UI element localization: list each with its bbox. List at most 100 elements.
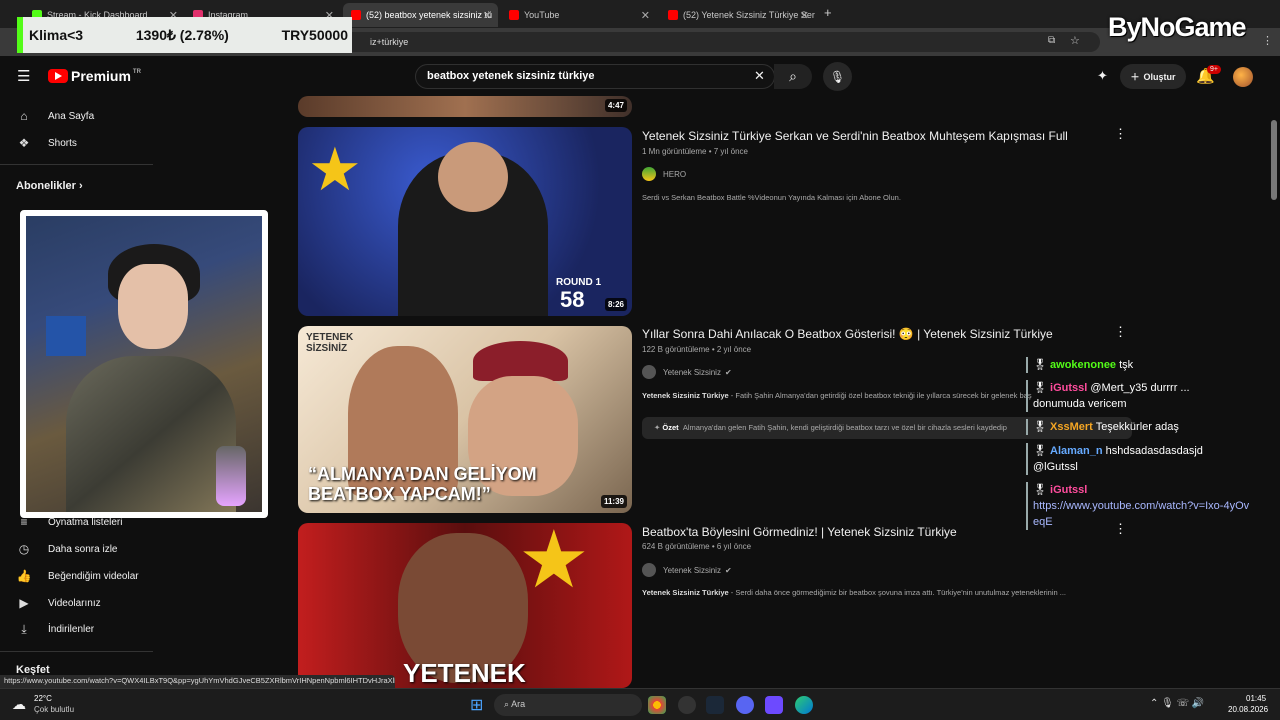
sidebar-item-downloads[interactable]: ⤓ İndirilenler: [16, 616, 94, 642]
duration-badge: 11:39: [600, 495, 627, 508]
star-graphic: ★: [518, 523, 590, 604]
video-meta: 1 Mn görüntüleme • 7 yıl önce: [642, 147, 748, 156]
channel-name: HERO: [663, 169, 687, 179]
app-icon[interactable]: [678, 696, 696, 714]
tab-search-results[interactable]: (52) beatbox yetenek sizsiniz tü ✕: [343, 3, 498, 27]
verified-icon: ✔: [724, 367, 732, 377]
create-button[interactable]: ＋ Oluştur: [1120, 64, 1186, 89]
home-icon: ⌂: [20, 109, 28, 123]
link-status-bar: https://www.youtube.com/watch?v=QWX4ILBx…: [0, 675, 395, 688]
tab-label: YouTube: [524, 10, 560, 20]
edge-icon[interactable]: [795, 696, 813, 714]
duration-badge: 8:26: [604, 298, 627, 311]
hamburger-menu-icon[interactable]: ☰: [17, 67, 30, 85]
clock-date: 20.08.2026: [1228, 705, 1269, 714]
channel-name: Yetenek Sizsiniz: [663, 367, 721, 377]
desc-text: - Fatih Şahin Almanya'dan getirdiği özel…: [728, 391, 1032, 400]
new-tab-button[interactable]: +: [824, 5, 832, 20]
video-title[interactable]: Beatbox'ta Böylesini Görmediniz! | Yeten…: [642, 525, 957, 539]
search-input[interactable]: beatbox yetenek sizsiniz türkiye: [415, 64, 775, 89]
wall-sign: [46, 316, 86, 356]
app-icon[interactable]: [765, 696, 783, 714]
video-thumbnail[interactable]: ★ ROUND 1 58 8:26: [298, 127, 632, 316]
steam-icon[interactable]: [706, 696, 724, 714]
youtube-icon: [668, 10, 678, 20]
close-icon[interactable]: ✕: [800, 9, 809, 22]
sidebar-item-watch-later[interactable]: ◷ Daha sonra izle: [16, 536, 118, 562]
more-actions-icon[interactable]: ⋮: [1114, 324, 1127, 340]
windows-taskbar: ☁ 22°C Çok bulutlu ⊞ ⌕ Ara ⌃ 🎙 ☏ 🔊 01:45…: [0, 688, 1280, 720]
premium-icon[interactable]: ✦: [1097, 68, 1108, 84]
sidebar-item-home[interactable]: ⌂ Ana Sayfa: [16, 103, 94, 129]
weather-icon[interactable]: ☁: [12, 696, 26, 713]
subscriptions-heading[interactable]: Abonelikler ›: [16, 180, 83, 192]
sidebar-item-liked[interactable]: 👍 Beğendiğim videolar: [16, 563, 139, 589]
video-description: Yetenek Sizsiniz Türkiye - Serdi daha ön…: [642, 588, 1122, 597]
chrome-icon[interactable]: [648, 696, 666, 714]
chat-message: 🎖 iGutssl https://www.youtube.com/watch?v…: [1026, 482, 1251, 530]
youtube-icon: [351, 10, 361, 20]
youtube-logo[interactable]: Premium TR: [48, 68, 141, 84]
voice-search-button[interactable]: 🎙: [823, 62, 852, 91]
avatar[interactable]: [1233, 67, 1253, 87]
download-icon: ⤓: [21, 621, 27, 636]
chat-username: iGutssl: [1050, 484, 1088, 496]
desc-text: - Serdi daha önce görmediğimiz bir beatb…: [728, 588, 1067, 597]
tab-youtube[interactable]: YouTube ✕: [501, 3, 656, 27]
windows-start-icon[interactable]: ⊞: [470, 695, 483, 715]
video-thumbnail[interactable]: ★ YETENEK: [298, 523, 632, 688]
bookmark-star-icon[interactable]: ☆: [1070, 34, 1080, 47]
taskbar-search[interactable]: ⌕ Ara: [494, 694, 642, 716]
sidebar-item-shorts[interactable]: ❖ Shorts: [16, 130, 77, 156]
chat-username: XssMert: [1050, 421, 1093, 433]
brand-logo: ByNoGame: [1108, 12, 1247, 42]
chevron-right-icon: ›: [78, 180, 83, 192]
chat-link: https://www.youtube.com/watch?v=Ixo-4yOv…: [1033, 500, 1250, 528]
close-icon[interactable]: ✕: [641, 9, 650, 22]
logo-text: Premium: [71, 68, 131, 84]
scrollbar[interactable]: [1271, 120, 1277, 200]
menu-kebab-icon[interactable]: ⋮: [1262, 34, 1273, 47]
more-actions-icon[interactable]: ⋮: [1114, 126, 1127, 142]
clock-icon: ◷: [18, 542, 30, 556]
donation-goal-banner: Klima<3 1390₺ (2.78%) TRY50000: [17, 17, 352, 53]
youtube-icon: [509, 10, 519, 20]
badge-icon: 🎖: [1033, 484, 1047, 496]
video-thumbnail[interactable]: YETENEK SİZSİNİZ “ALMANYA'DAN GELİYOM BE…: [298, 326, 632, 513]
duration-badge: 4:47: [604, 99, 627, 112]
tab-video[interactable]: (52) Yetenek Sizsiniz Türkiye Ser ✕: [660, 3, 815, 27]
video-thumbnail[interactable]: 4:47: [298, 96, 632, 117]
shorts-icon: ❖: [18, 136, 30, 150]
install-icon[interactable]: ⧉: [1048, 35, 1055, 46]
chat-username: awokenonee: [1050, 359, 1117, 371]
search-button[interactable]: ⌕: [774, 64, 812, 89]
sparkle-icon: ✦: [654, 423, 661, 432]
badge-icon: 🎖: [1033, 382, 1047, 394]
sidebar-item-your-videos[interactable]: ▶ Videolarınız: [16, 590, 100, 616]
mic-icon: 🎙: [829, 69, 846, 84]
channel-link[interactable]: Yetenek Sizsiniz ✔: [642, 365, 732, 379]
sidebar-item-label: Daha sonra izle: [48, 543, 118, 555]
close-icon[interactable]: ✕: [483, 9, 492, 22]
channel-link[interactable]: HERO: [642, 167, 686, 181]
video-meta: 624 B görüntüleme • 6 yıl önce: [642, 542, 752, 551]
video-title[interactable]: Yetenek Sizsiniz Türkiye Serkan ve Serdi…: [642, 129, 1068, 143]
tray-icons[interactable]: ⌃ 🎙 ☏ 🔊: [1150, 698, 1204, 709]
search-icon: ⌕: [504, 699, 510, 709]
discord-icon[interactable]: [736, 696, 754, 714]
streamer-face: [118, 264, 188, 349]
star-graphic: ★: [308, 136, 362, 203]
plus-icon: ＋: [1130, 72, 1140, 82]
channel-link[interactable]: Yetenek Sizsiniz ✔: [642, 563, 732, 577]
summary-label: Özet: [662, 423, 679, 432]
chat-message: 🎖 XssMert Teşekkürler adaş: [1026, 419, 1179, 435]
notification-badge: 9+: [1207, 65, 1221, 74]
divider: [0, 651, 153, 652]
clear-search-icon[interactable]: ✕: [754, 68, 765, 84]
sidebar-item-label: İndirilenler: [48, 623, 95, 635]
logo-region: TR: [132, 69, 141, 75]
video-title[interactable]: Yıllar Sonra Dahi Anılacak O Beatbox Gös…: [642, 327, 1053, 341]
chat-message: 🎖 awokenonee tşk: [1026, 357, 1133, 373]
sidebar-item-label: Ana Sayfa: [48, 110, 95, 122]
tab-label: (52) beatbox yetenek sizsiniz tü: [366, 10, 493, 20]
